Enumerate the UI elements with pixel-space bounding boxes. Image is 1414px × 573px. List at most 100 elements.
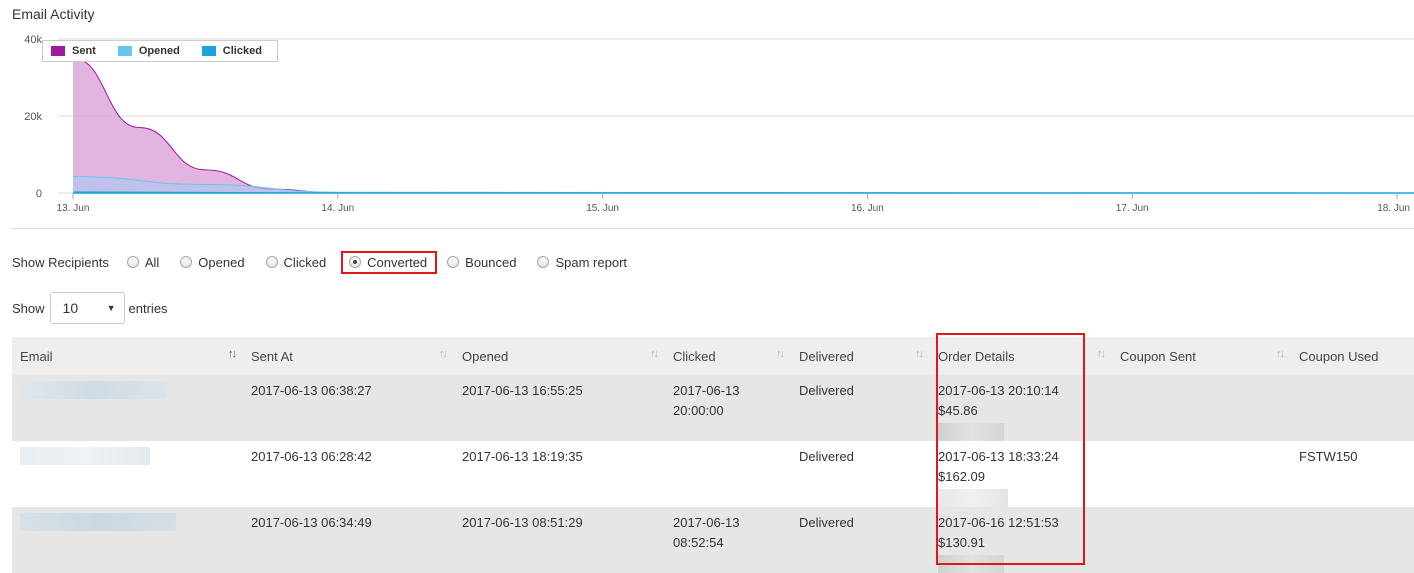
- order-amount: $45.86: [938, 403, 978, 418]
- x-tick-label: 17. Jun: [1116, 203, 1149, 214]
- filter-option-all[interactable]: All: [126, 253, 166, 272]
- recipients-table: Email ↑↓ Sent At ↑↓ Opened ↑↓ Clicked ↑↓ Del…: [12, 337, 1414, 573]
- clicked-time: 20:00:00: [673, 403, 724, 418]
- show-label: Show: [12, 300, 45, 316]
- legend-swatch-clicked: [201, 46, 216, 56]
- filter-option-converted[interactable]: Converted: [341, 250, 438, 274]
- email-cell: [12, 507, 243, 573]
- sent-at-cell: 2017-06-13 06:28:42: [251, 449, 372, 464]
- radio-spam-report[interactable]: [537, 256, 550, 268]
- section-divider: [12, 228, 1414, 229]
- legend-item-sent[interactable]: Sent: [51, 45, 96, 57]
- column-label-order-details: Order Details: [938, 348, 1015, 364]
- column-header-opened[interactable]: Opened ↑↓: [454, 337, 665, 375]
- opened-cell: 2017-06-13 16:55:25: [462, 383, 583, 398]
- coupon-used-cell: FSTW150: [1299, 449, 1358, 464]
- radio-clicked[interactable]: [265, 256, 278, 268]
- sort-icon: ↑↓: [228, 348, 237, 360]
- clicked-cell: [665, 441, 791, 507]
- filters-label: Show Recipients: [12, 254, 109, 270]
- filter-label-clicked: Clicked: [283, 254, 327, 270]
- filter-option-opened[interactable]: Opened: [180, 253, 251, 272]
- legend-item-opened[interactable]: Opened: [117, 45, 180, 57]
- filter-option-clicked[interactable]: Clicked: [265, 253, 334, 272]
- sent-at-cell: 2017-06-13 06:38:27: [251, 383, 372, 398]
- y-tick-label: 0: [36, 188, 42, 200]
- series-line-sent: [72, 57, 1397, 194]
- coupon-used-cell: [1291, 507, 1414, 573]
- column-header-clicked[interactable]: Clicked ↑↓: [665, 337, 791, 375]
- sent-at-cell: 2017-06-13 06:34:49: [251, 515, 372, 530]
- series-area-opened: [73, 176, 1397, 193]
- sort-icon: ↑↓: [650, 348, 659, 360]
- redacted-email: [20, 381, 166, 399]
- sort-icon: ↑↓: [915, 348, 924, 360]
- filter-label-converted: Converted: [367, 254, 428, 270]
- legend-label-sent: Sent: [72, 45, 96, 57]
- opened-cell: 2017-06-13 18:19:35: [462, 449, 583, 464]
- column-label-clicked: Clicked: [673, 348, 716, 364]
- legend-swatch-opened: [117, 46, 132, 56]
- filter-label-spam-report: Spam report: [555, 254, 628, 270]
- series-area-sent: [73, 58, 1397, 193]
- redacted-order-id: [938, 423, 1004, 441]
- clicked-cell: 2017-06-13 20:00:00: [665, 375, 791, 441]
- legend-label-clicked: Clicked: [222, 45, 262, 57]
- redacted-email: [20, 513, 176, 531]
- entries-select[interactable]: 10 ▼: [49, 292, 125, 324]
- x-tick-label: 16. Jun: [851, 203, 884, 214]
- y-tick-label: 20k: [24, 111, 42, 123]
- filter-label-bounced: Bounced: [465, 254, 517, 270]
- order-date: 2017-06-16 12:51:53: [938, 515, 1059, 530]
- caret-down-icon: ▼: [106, 303, 116, 313]
- radio-bounced[interactable]: [447, 256, 460, 268]
- entries-control: Show 10 ▼ entries: [12, 292, 168, 324]
- filter-label-opened: Opened: [198, 254, 245, 270]
- column-label-coupon-used: Coupon Used: [1299, 348, 1379, 364]
- table-row: 2017-06-13 06:38:27 2017-06-13 16:55:25 …: [12, 375, 1414, 441]
- filter-option-bounced[interactable]: Bounced: [447, 253, 523, 272]
- column-header-sent-at[interactable]: Sent At ↑↓: [243, 337, 454, 375]
- column-header-email[interactable]: Email ↑↓: [12, 337, 243, 375]
- delivered-cell: Delivered: [799, 449, 854, 464]
- clicked-cell: 2017-06-13 08:52:54: [665, 507, 791, 573]
- order-date: 2017-06-13 20:10:14: [938, 383, 1059, 398]
- chart-legend: Sent Opened Clicked: [42, 40, 278, 62]
- radio-converted[interactable]: [349, 256, 362, 268]
- entries-suffix: entries: [128, 300, 168, 316]
- radio-all[interactable]: [126, 256, 139, 268]
- sort-icon: ↑↓: [1097, 348, 1106, 360]
- order-date: 2017-06-13 18:33:24: [938, 449, 1059, 464]
- column-header-order-details[interactable]: Order Details ↑↓: [930, 337, 1112, 375]
- table-header-row: Email ↑↓ Sent At ↑↓ Opened ↑↓ Clicked ↑↓ Del…: [12, 337, 1414, 375]
- opened-cell: 2017-06-13 08:51:29: [462, 515, 583, 530]
- filter-label-all: All: [144, 254, 160, 270]
- order-amount: $162.09: [938, 469, 985, 484]
- x-tick-label: 18. Jun: [1377, 203, 1410, 214]
- column-label-coupon-sent: Coupon Sent: [1120, 348, 1196, 364]
- column-label-opened: Opened: [462, 348, 509, 364]
- email-cell: [12, 441, 243, 507]
- order-amount: $130.91: [938, 535, 985, 550]
- order-details-cell: 2017-06-16 12:51:53 $130.91: [930, 507, 1112, 573]
- column-label-email: Email: [20, 348, 53, 364]
- column-header-coupon-sent[interactable]: Coupon Sent ↑↓: [1112, 337, 1291, 375]
- coupon-sent-cell: [1112, 507, 1291, 573]
- column-header-coupon-used[interactable]: Coupon Used: [1291, 337, 1414, 375]
- clicked-date: 2017-06-13: [673, 515, 740, 530]
- filter-option-spam-report[interactable]: Spam report: [537, 253, 634, 272]
- recipient-filters: Show Recipients All Opened Clicked Conve…: [12, 250, 648, 274]
- column-label-sent-at: Sent At: [251, 348, 293, 364]
- redacted-order-id: [938, 489, 1008, 507]
- column-header-delivered[interactable]: Delivered ↑↓: [791, 337, 930, 375]
- sort-icon: ↑↓: [776, 348, 785, 360]
- coupon-sent-cell: [1112, 441, 1291, 507]
- clicked-time: 08:52:54: [673, 535, 724, 550]
- x-tick-label: 13. Jun: [57, 203, 90, 214]
- legend-item-clicked[interactable]: Clicked: [201, 45, 262, 57]
- order-details-cell: 2017-06-13 20:10:14 $45.86: [930, 375, 1112, 441]
- radio-opened[interactable]: [180, 256, 193, 268]
- email-cell: [12, 375, 243, 441]
- delivered-cell: Delivered: [799, 515, 854, 530]
- chart-title: Email Activity: [12, 6, 95, 22]
